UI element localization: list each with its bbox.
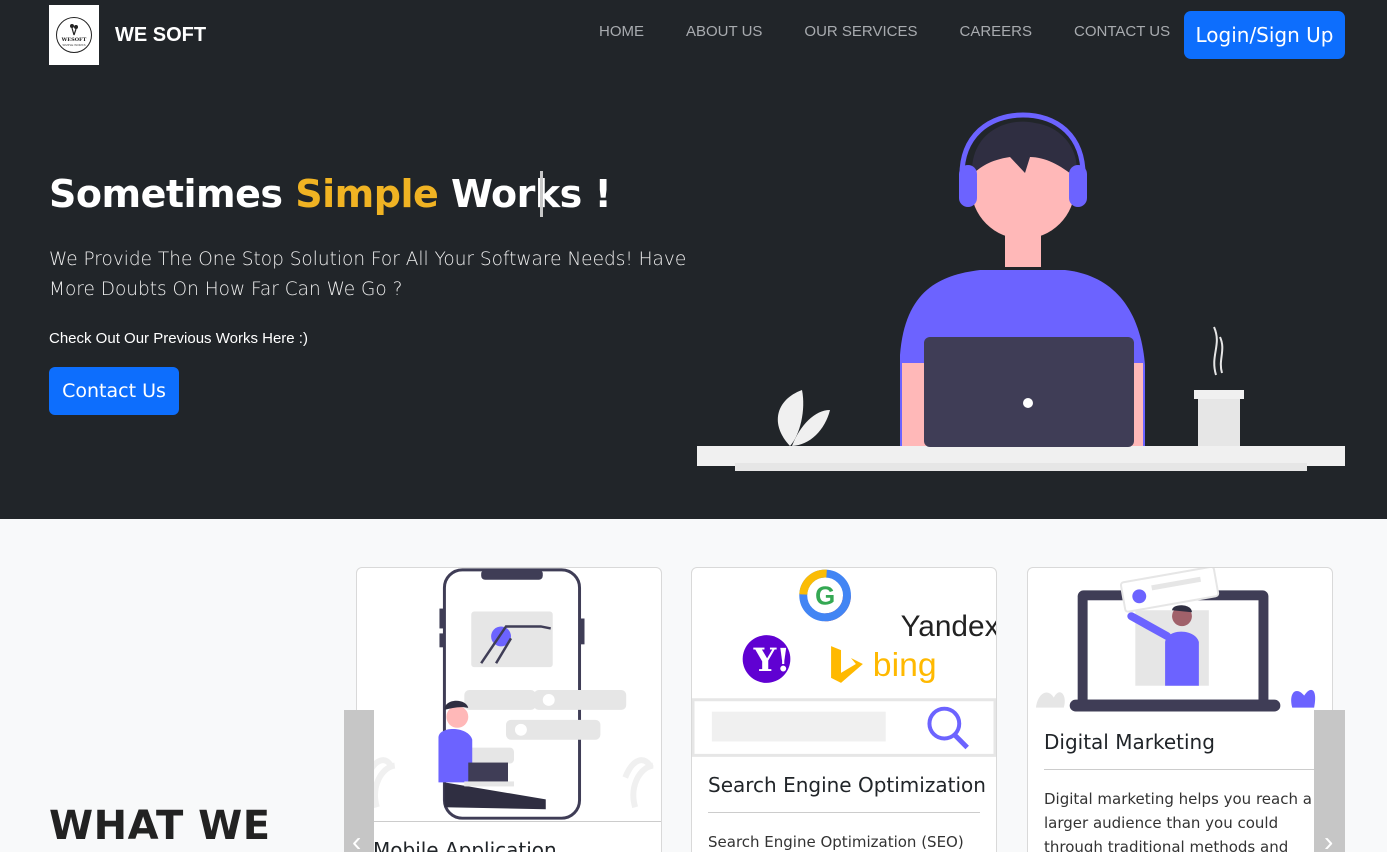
digital-marketing-illustration: [1035, 568, 1316, 712]
logo-emblem: WESOFT SIMPLE WORKS: [56, 17, 92, 53]
yandex-logo-icon: Yandex: [901, 610, 996, 643]
card-text: Digital marketing helps you reach a larg…: [1044, 790, 1312, 852]
card-text: Search Engine Optimization (SEO): [708, 833, 964, 851]
login-signup-button[interactable]: Login/Sign Up: [1184, 11, 1345, 59]
contact-us-button[interactable]: Contact Us: [49, 367, 179, 415]
hero-title-post: Works !: [438, 172, 612, 216]
nav-careers[interactable]: CAREERS: [939, 22, 1054, 42]
main-nav: HOME ABOUT US OUR SERVICES CAREERS CONTA…: [578, 22, 1191, 42]
card-title: Digital Marketing: [1044, 730, 1215, 754]
card-divider: [1044, 769, 1316, 770]
brand-name[interactable]: WE SOFT: [115, 24, 206, 47]
logo[interactable]: WESOFT SIMPLE WORKS: [49, 5, 99, 65]
hero-title: Sometimes Simple Works !: [49, 172, 612, 216]
bing-logo-icon: bing: [873, 646, 937, 684]
nav-about-us[interactable]: ABOUT US: [665, 22, 783, 42]
nav-home[interactable]: HOME: [578, 22, 665, 42]
mobile-app-illustration: [364, 568, 654, 820]
chevron-right-icon: ›: [1324, 826, 1334, 852]
card-divider: [357, 821, 661, 822]
hero-title-pre: Sometimes: [49, 172, 296, 216]
nav-contact-us[interactable]: CONTACT US: [1053, 22, 1191, 42]
seo-illustration: G Yandex Y! bing: [692, 569, 996, 757]
hero-illustration: [697, 112, 1345, 471]
typing-caret: [540, 171, 543, 217]
section-heading: WHAT WE: [49, 803, 271, 849]
service-card-mobile[interactable]: Mobile Application: [356, 567, 662, 852]
carousel-next-button[interactable]: ›: [1314, 710, 1345, 852]
logo-glyph-icon: [70, 24, 78, 36]
card-title: Search Engine Optimization: [708, 773, 986, 797]
hero-section: WESOFT SIMPLE WORKS WE SOFT HOME ABOUT U…: [0, 0, 1387, 519]
google-logo-icon: G: [815, 582, 835, 610]
yahoo-logo-icon: Y!: [753, 642, 791, 679]
hero-check-works: Check Out Our Previous Works Here :): [49, 330, 308, 347]
chevron-left-icon: ‹: [352, 826, 362, 852]
card-divider: [708, 812, 980, 813]
logo-subtext: SIMPLE WORKS: [62, 43, 86, 47]
service-card-digital-marketing[interactable]: Digital Marketing Digital marketing help…: [1027, 567, 1333, 852]
nav-our-services[interactable]: OUR SERVICES: [783, 22, 938, 42]
card-title: Mobile Application: [373, 838, 557, 852]
hero-title-highlight: Simple: [295, 172, 439, 216]
carousel-prev-button[interactable]: ‹: [344, 710, 374, 852]
service-card-seo[interactable]: G Yandex Y! bing Search Engine Optimizat…: [691, 567, 997, 852]
hero-description: We Provide The One Stop Solution For All…: [49, 249, 687, 300]
